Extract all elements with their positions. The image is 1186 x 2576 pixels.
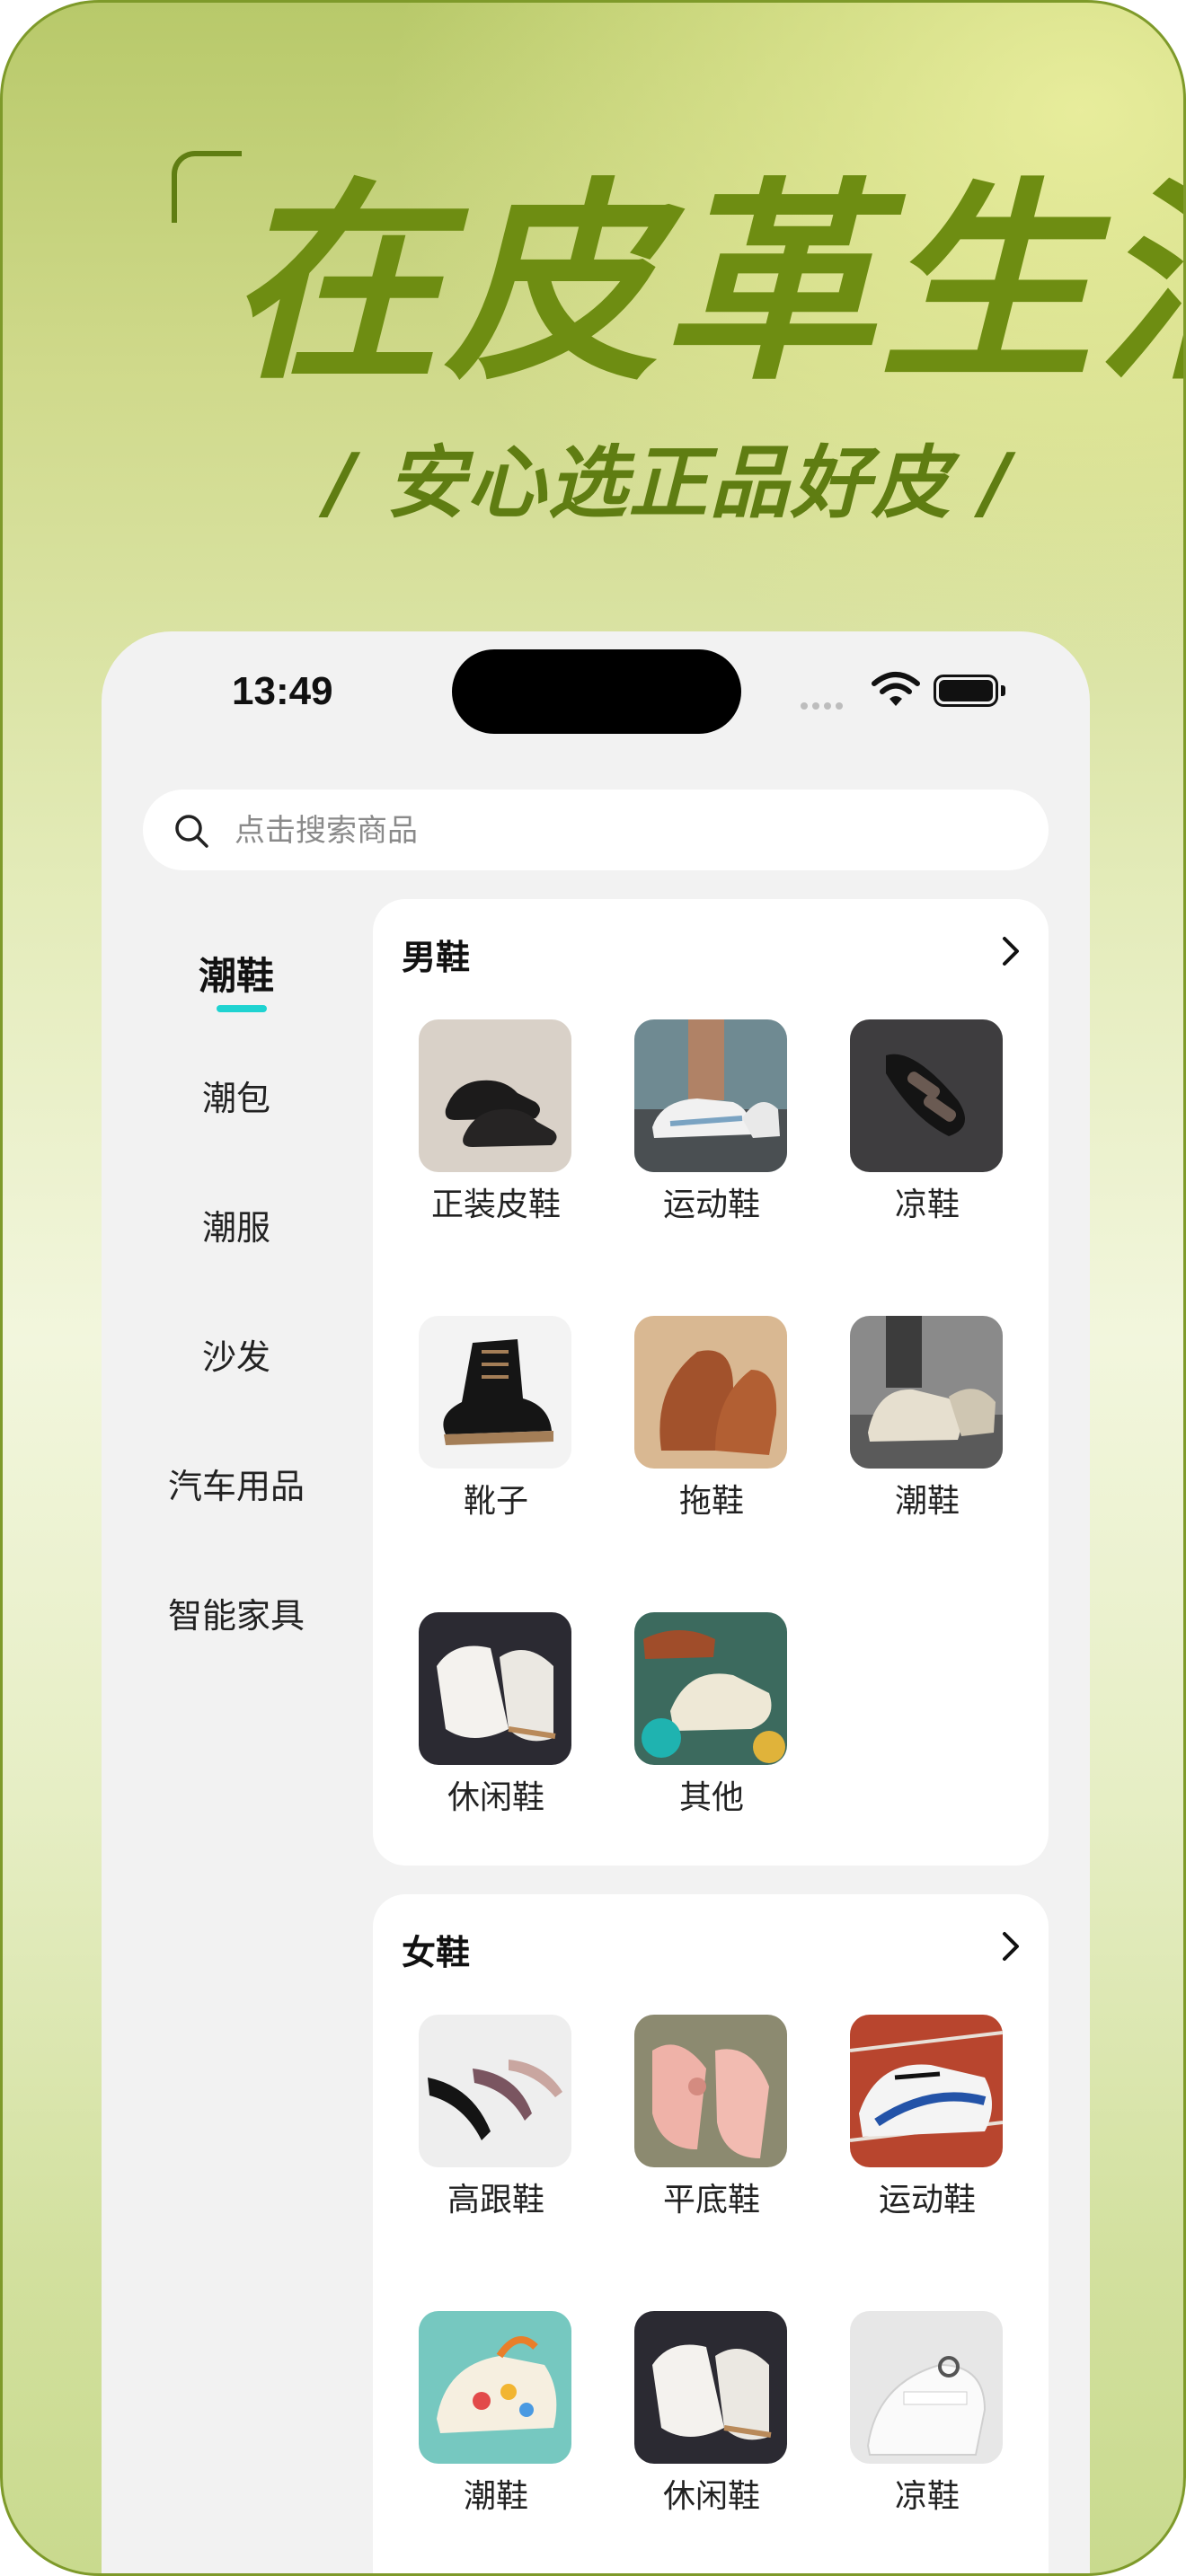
other-shoe-image [634, 1612, 787, 1765]
category-tile[interactable]: 运动鞋 [837, 2015, 1008, 2221]
category-tile[interactable]: 高跟鞋 [406, 2015, 577, 2221]
signal-dots-icon [801, 696, 854, 710]
sandal-image [850, 2311, 1003, 2464]
phone-screen: 13:49 潮鞋 潮包 潮服 沙发 汽车用品 智能家具 [102, 631, 1090, 2573]
category-tile[interactable]: 运动鞋 [622, 1019, 792, 1226]
chevron-right-icon[interactable] [993, 1928, 1029, 1964]
section-card-mens-shoes: 男鞋 正装皮鞋 运动鞋 凉鞋 靴子 拖鞋 潮鞋 休闲鞋 其他 [373, 899, 1049, 1866]
battery-tip [1001, 685, 1005, 696]
category-tile[interactable]: 正装皮鞋 [406, 1019, 577, 1226]
category-label: 正装皮鞋 [430, 1187, 561, 1223]
dynamic-island [452, 649, 741, 734]
sneaker-image [850, 2015, 1003, 2167]
slipper-image [634, 1316, 787, 1469]
category-label: 拖鞋 [678, 1483, 744, 1520]
category-label: 休闲鞋 [662, 2478, 760, 2515]
wifi-icon [872, 672, 920, 706]
flat-shoe-image [634, 2015, 787, 2167]
search-input[interactable] [233, 790, 1009, 872]
category-label: 高跟鞋 [447, 2182, 544, 2219]
category-label: 平底鞋 [662, 2182, 760, 2219]
category-tile[interactable]: 平底鞋 [622, 2015, 792, 2221]
category-label: 休闲鞋 [447, 1779, 544, 1816]
promo-background: 在皮革生活 / 安心选正品好皮 / 13:49 潮鞋 潮包 潮服 沙发 汽车用品 [0, 0, 1186, 2576]
casual-shoe-image [634, 2311, 787, 2464]
promo-subline: / 安心选正品好皮 / [326, 437, 1013, 529]
category-label: 运动鞋 [662, 1187, 760, 1223]
casual-shoe-image [419, 1612, 571, 1765]
category-tile[interactable]: 休闲鞋 [406, 1612, 577, 1819]
sidebar-item-smart-furniture[interactable]: 智能家具 [102, 1580, 371, 1652]
category-label: 凉鞋 [894, 1187, 960, 1223]
boot-image [419, 1316, 571, 1469]
category-tile[interactable]: 潮鞋 [406, 2311, 577, 2518]
battery-icon [934, 675, 998, 707]
status-time: 13:49 [232, 669, 333, 713]
chevron-right-icon[interactable] [993, 933, 1029, 969]
category-label: 靴子 [463, 1483, 528, 1520]
search-icon [175, 815, 208, 848]
sidebar-item-trend-clothes[interactable]: 潮服 [102, 1192, 371, 1264]
section-card-womens-shoes: 女鞋 高跟鞋 平底鞋 运动鞋 潮鞋 休闲鞋 凉鞋 [373, 1894, 1049, 2573]
trend-shoe-image [419, 2311, 571, 2464]
search-bar[interactable] [143, 790, 1049, 872]
high-heel-image [419, 2015, 571, 2167]
dress-shoe-image [419, 1019, 571, 1172]
section-title: 女鞋 [402, 1933, 471, 1972]
promo-headline: 在皮革生活 [227, 161, 1183, 410]
sidebar-item-trend-bags[interactable]: 潮包 [102, 1063, 371, 1134]
category-tile[interactable]: 靴子 [406, 1316, 577, 1522]
category-tile[interactable]: 凉鞋 [837, 1019, 1008, 1226]
sandal-image [850, 1019, 1003, 1172]
sidebar-active-indicator [217, 1005, 267, 1012]
category-label: 潮鞋 [894, 1483, 960, 1520]
category-tile[interactable]: 休闲鞋 [622, 2311, 792, 2518]
category-tile[interactable]: 潮鞋 [837, 1316, 1008, 1522]
sneaker-image [634, 1019, 787, 1172]
category-tile[interactable]: 凉鞋 [837, 2311, 1008, 2518]
sidebar-item-sofa[interactable]: 沙发 [102, 1321, 371, 1393]
category-label: 潮鞋 [463, 2478, 528, 2515]
trend-shoe-image [850, 1316, 1003, 1469]
sidebar-item-trend-shoes[interactable]: 潮鞋 [102, 940, 371, 1012]
category-label: 凉鞋 [894, 2478, 960, 2515]
section-title: 男鞋 [402, 938, 471, 977]
category-label: 其他 [678, 1779, 744, 1816]
category-tile[interactable]: 其他 [622, 1612, 792, 1819]
category-tile[interactable]: 拖鞋 [622, 1316, 792, 1522]
category-label: 运动鞋 [878, 2182, 976, 2219]
sidebar-item-car-supplies[interactable]: 汽车用品 [102, 1451, 371, 1522]
